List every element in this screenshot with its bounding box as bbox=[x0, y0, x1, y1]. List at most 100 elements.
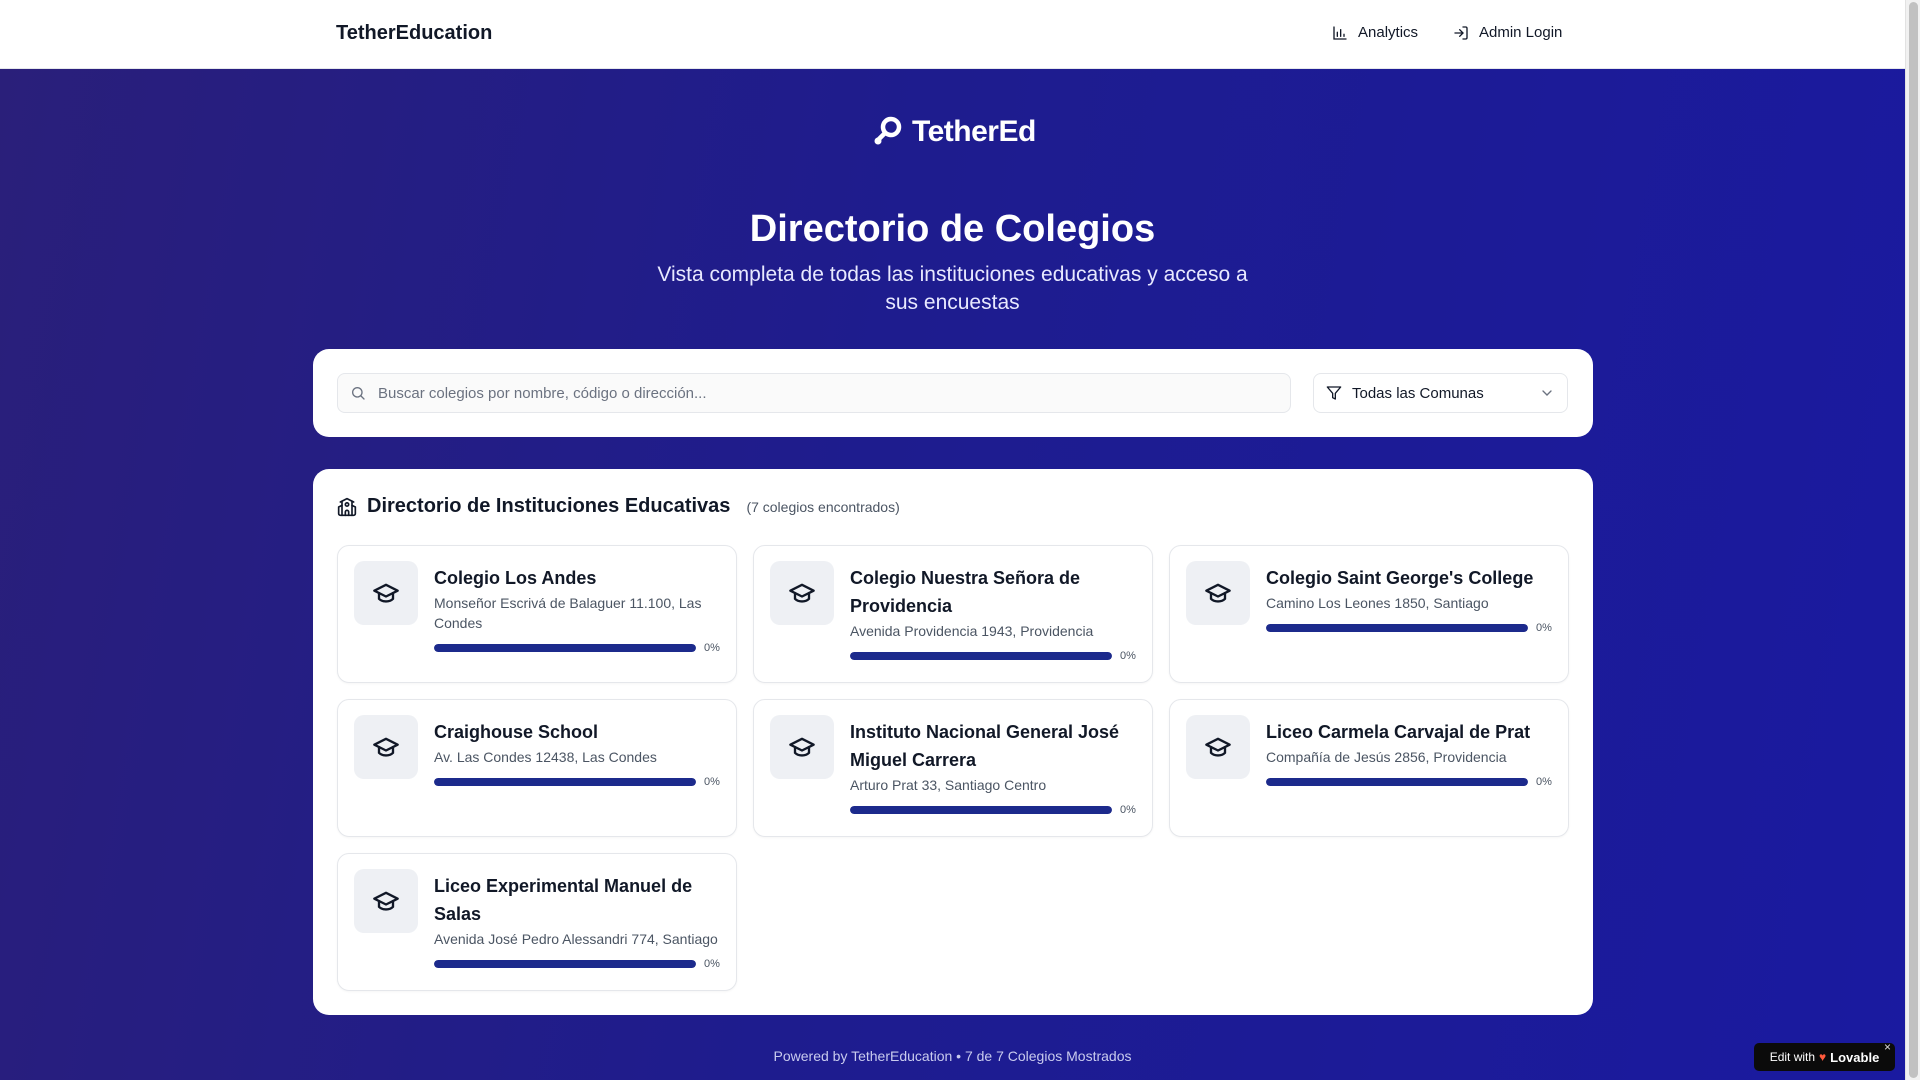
school-icon-box bbox=[770, 561, 834, 625]
school-card[interactable]: Liceo Carmela Carvajal de Prat Compañía d… bbox=[1169, 699, 1569, 837]
school-card[interactable]: Colegio Nuestra Señora de Providencia Ave… bbox=[753, 545, 1153, 683]
school-address: Avenida Providencia 1943, Providencia bbox=[850, 623, 1094, 639]
edit-with-lovable-badge[interactable]: Edit with ♥ Lovable × bbox=[1754, 1040, 1895, 1071]
progress-fill bbox=[434, 960, 696, 968]
filter-icon bbox=[1326, 386, 1342, 400]
bar-chart-icon bbox=[1333, 25, 1347, 40]
school-icon-box bbox=[354, 715, 418, 779]
admin-login-label: Admin Login bbox=[1479, 24, 1563, 41]
progress-bar bbox=[850, 652, 1112, 660]
school-info: Craighouse School Av. Las Condes 12438, L… bbox=[434, 718, 724, 788]
school-name: Colegio Los Andes bbox=[434, 568, 597, 588]
heart-icon: ♥ bbox=[1819, 1050, 1827, 1064]
search-input[interactable] bbox=[378, 384, 1278, 402]
analytics-link[interactable]: Analytics bbox=[1332, 24, 1418, 41]
school-address: Arturo Prat 33, Santiago Centro bbox=[850, 777, 1047, 793]
school-name: Craighouse School bbox=[434, 722, 599, 742]
search-field[interactable] bbox=[337, 373, 1291, 413]
graduation-cap-icon bbox=[373, 583, 399, 603]
graduation-cap-icon bbox=[1205, 737, 1231, 757]
comuna-filter-select[interactable]: Todas las Comunas bbox=[1313, 373, 1568, 413]
graduation-cap-icon bbox=[789, 737, 815, 757]
school-address: Avenida José Pedro Alessandri 774, Santi… bbox=[434, 931, 718, 947]
page-title: Directorio de Colegios bbox=[749, 208, 1156, 250]
school-card[interactable]: Craighouse School Av. Las Condes 12438, L… bbox=[337, 699, 737, 837]
chevron-down-icon bbox=[1542, 390, 1552, 396]
filter-selected-value: Todas las Comunas bbox=[1352, 384, 1484, 402]
footer-text: Powered by TetherEducation • 7 de 7 Cole… bbox=[773, 1048, 1132, 1064]
progress-bar bbox=[850, 806, 1112, 814]
school-building-icon bbox=[337, 497, 357, 516]
school-card[interactable]: Colegio Saint George's College Camino Los… bbox=[1169, 545, 1569, 683]
school-address: Av. Las Condes 12438, Las Condes bbox=[434, 749, 657, 765]
survey-progress: 0% bbox=[434, 776, 724, 788]
progress-percent: 0% bbox=[1536, 622, 1552, 634]
survey-progress: 0% bbox=[1266, 776, 1556, 788]
progress-bar bbox=[434, 960, 696, 968]
progress-bar bbox=[1266, 624, 1528, 632]
school-info: Instituto Nacional General José Miguel C… bbox=[850, 718, 1140, 816]
analytics-label: Analytics bbox=[1358, 24, 1419, 41]
school-address: Compañía de Jesús 2856, Providencia bbox=[1266, 749, 1507, 765]
page-scrollbar[interactable] bbox=[1905, 0, 1920, 1080]
graduation-cap-icon bbox=[373, 737, 399, 757]
school-card[interactable]: Instituto Nacional General José Miguel C… bbox=[753, 699, 1153, 837]
directory-panel: Directorio de Instituciones Educativas (… bbox=[313, 469, 1593, 1015]
progress-bar bbox=[1266, 778, 1528, 786]
search-icon bbox=[352, 387, 365, 400]
admin-login-link[interactable]: Admin Login bbox=[1453, 24, 1562, 41]
school-address: Camino Los Leones 1850, Santiago bbox=[1266, 595, 1489, 611]
school-name: Liceo Carmela Carvajal de Prat bbox=[1266, 722, 1531, 742]
results-count: (7 colegios encontrados) bbox=[746, 498, 900, 515]
school-info: Colegio Saint George's College Camino Los… bbox=[1266, 564, 1556, 634]
survey-progress: 0% bbox=[434, 958, 724, 970]
progress-fill bbox=[850, 652, 1112, 660]
progress-fill bbox=[434, 778, 696, 786]
badge-prefix: Edit with bbox=[1769, 1050, 1816, 1064]
school-info: Colegio Nuestra Señora de Providencia Ave… bbox=[850, 564, 1140, 662]
progress-percent: 0% bbox=[1120, 650, 1136, 662]
survey-progress: 0% bbox=[434, 642, 724, 654]
graduation-cap-icon bbox=[789, 583, 815, 603]
search-panel: Todas las Comunas bbox=[313, 349, 1593, 437]
survey-progress: 0% bbox=[850, 804, 1140, 816]
scrollbar-thumb[interactable] bbox=[1909, 2, 1918, 1078]
school-info: Liceo Carmela Carvajal de Prat Compañía d… bbox=[1266, 718, 1556, 788]
progress-percent: 0% bbox=[704, 642, 720, 654]
school-info: Liceo Experimental Manuel de Salas Avenid… bbox=[434, 872, 724, 970]
tethered-logo: TetherEd bbox=[870, 114, 1036, 150]
graduation-cap-icon bbox=[1205, 583, 1231, 603]
survey-progress: 0% bbox=[1266, 622, 1556, 634]
progress-fill bbox=[434, 644, 696, 652]
progress-fill bbox=[850, 806, 1112, 814]
page-subtitle: Vista completa de todas las institucione… bbox=[657, 263, 1248, 314]
progress-fill bbox=[1266, 624, 1528, 632]
school-icon-box bbox=[1186, 561, 1250, 625]
progress-percent: 0% bbox=[1536, 776, 1552, 788]
progress-bar bbox=[434, 778, 696, 786]
brand-name[interactable]: TetherEducation bbox=[336, 22, 492, 45]
graduation-cap-icon bbox=[373, 891, 399, 911]
login-icon bbox=[1454, 25, 1468, 40]
directory-header: Directorio de Instituciones Educativas (… bbox=[337, 495, 900, 518]
school-name: Instituto Nacional General José Miguel C… bbox=[850, 722, 1120, 770]
badge-brand: Lovable bbox=[1830, 1049, 1880, 1065]
top-navbar: TetherEducation Analytics Admin Login bbox=[0, 0, 1905, 69]
school-card[interactable]: Colegio Los Andes Monseñor Escrivá de Bal… bbox=[337, 545, 737, 683]
school-address: Monseñor Escrivá de Balaguer 11.100, Las… bbox=[434, 595, 702, 631]
progress-percent: 0% bbox=[1120, 804, 1136, 816]
close-icon[interactable]: × bbox=[1884, 1040, 1891, 1054]
logo-text: TetherEd bbox=[912, 115, 1036, 148]
school-icon-box bbox=[1186, 715, 1250, 779]
school-icon-box bbox=[354, 561, 418, 625]
school-name: Liceo Experimental Manuel de Salas bbox=[434, 876, 693, 924]
school-name: Colegio Nuestra Señora de Providencia bbox=[850, 568, 1081, 616]
progress-bar bbox=[434, 644, 696, 652]
progress-percent: 0% bbox=[704, 776, 720, 788]
survey-progress: 0% bbox=[850, 650, 1140, 662]
school-info: Colegio Los Andes Monseñor Escrivá de Bal… bbox=[434, 564, 724, 654]
link-icon bbox=[874, 116, 902, 145]
progress-percent: 0% bbox=[704, 958, 720, 970]
school-name: Colegio Saint George's College bbox=[1266, 568, 1534, 588]
school-card[interactable]: Liceo Experimental Manuel de Salas Avenid… bbox=[337, 853, 737, 991]
